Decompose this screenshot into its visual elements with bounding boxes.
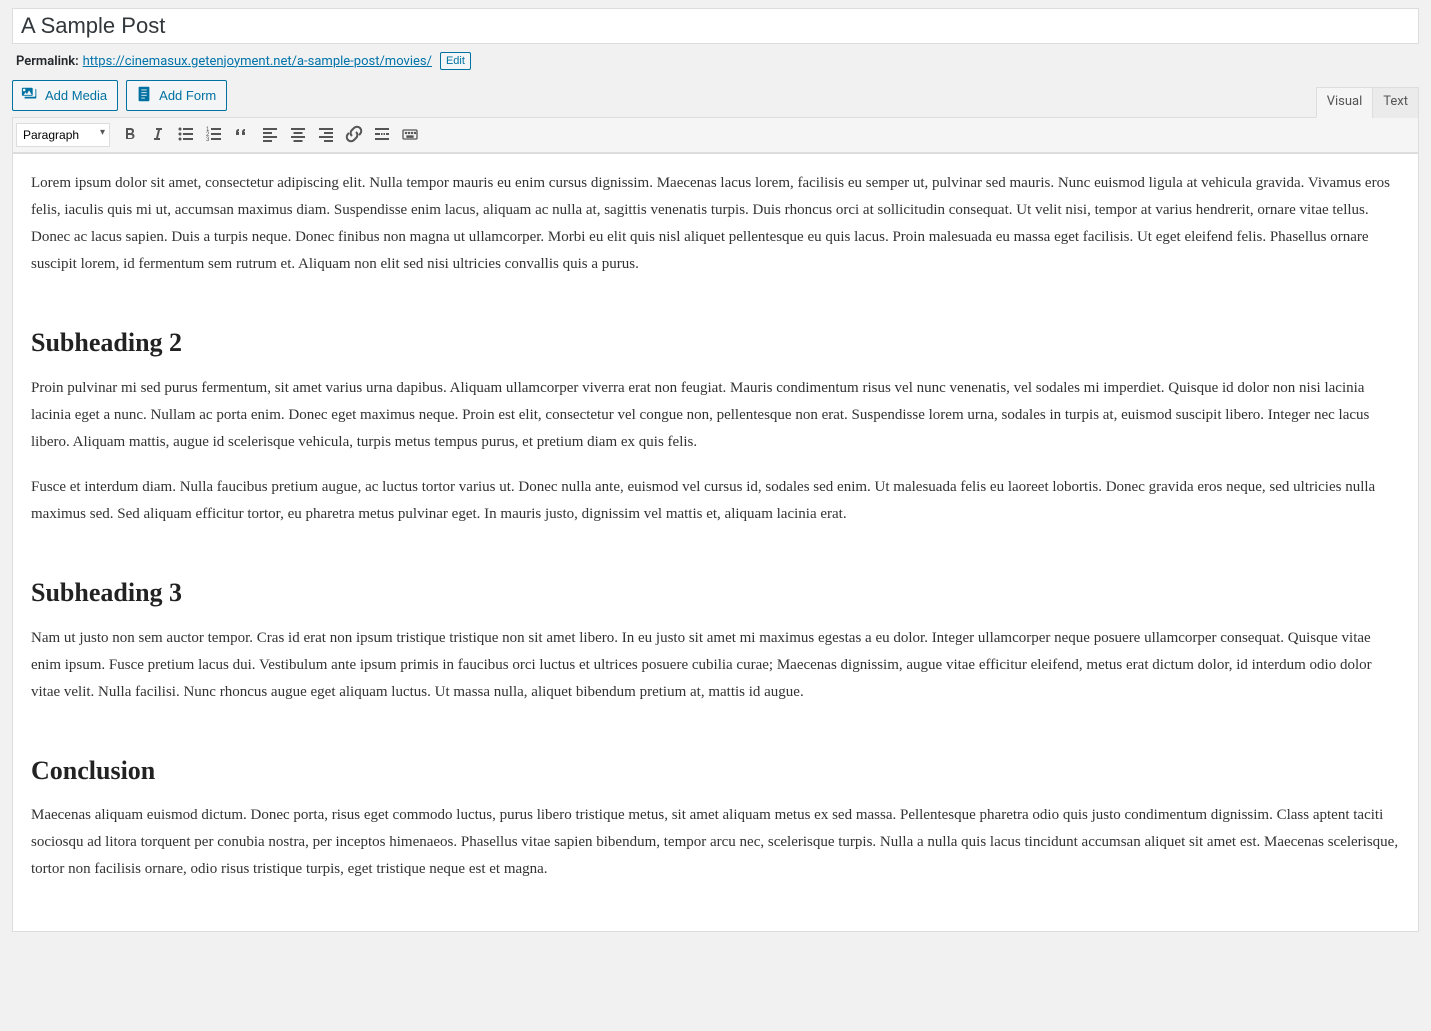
bold-icon	[120, 124, 140, 147]
add-form-label: Add Form	[159, 88, 216, 103]
media-icon	[21, 85, 39, 106]
paragraph: Nam ut justo non sem auctor tempor. Cras…	[31, 625, 1400, 706]
subheading: Conclusion	[31, 748, 1400, 795]
add-media-button[interactable]: Add Media	[12, 80, 118, 111]
numbered-list-icon: 123	[204, 124, 224, 147]
italic-icon	[148, 124, 168, 147]
add-form-button[interactable]: Add Form	[126, 80, 227, 111]
permalink-label: Permalink:	[16, 54, 79, 69]
blockquote-icon	[232, 124, 252, 147]
edit-permalink-button[interactable]: Edit	[440, 52, 471, 70]
align-center-icon	[288, 124, 308, 147]
keyboard-icon	[400, 124, 420, 147]
align-right-button[interactable]	[312, 121, 340, 149]
numbered-list-button[interactable]: 123	[200, 121, 228, 149]
permalink-url[interactable]: https://cinemasux.getenjoyment.net/a-sam…	[83, 54, 432, 69]
paragraph: Proin pulvinar mi sed purus fermentum, s…	[31, 375, 1400, 456]
link-button[interactable]	[340, 121, 368, 149]
svg-text:3: 3	[206, 137, 210, 143]
paragraph: Maecenas aliquam euismod dictum. Donec p…	[31, 802, 1400, 883]
align-left-button[interactable]	[256, 121, 284, 149]
subheading: Subheading 3	[31, 570, 1400, 617]
paragraph: Lorem ipsum dolor sit amet, consectetur …	[31, 170, 1400, 278]
editor-toolbar: Paragraph 123	[13, 118, 1418, 153]
link-icon	[344, 124, 364, 147]
editor-content[interactable]: Lorem ipsum dolor sit amet, consectetur …	[12, 154, 1419, 932]
align-left-icon	[260, 124, 280, 147]
form-icon	[135, 85, 153, 106]
read-more-icon	[372, 124, 392, 147]
text-tab[interactable]: Text	[1372, 87, 1419, 118]
italic-button[interactable]	[144, 121, 172, 149]
post-title-input[interactable]	[12, 8, 1419, 44]
visual-tab[interactable]: Visual	[1316, 87, 1374, 118]
subheading: Subheading 2	[31, 320, 1400, 367]
toolbar-toggle-button[interactable]	[396, 121, 424, 149]
add-media-label: Add Media	[45, 88, 107, 103]
blockquote-button[interactable]	[228, 121, 256, 149]
align-center-button[interactable]	[284, 121, 312, 149]
bold-button[interactable]	[116, 121, 144, 149]
permalink-row: Permalink: https://cinemasux.getenjoymen…	[12, 44, 1419, 80]
paragraph: Fusce et interdum diam. Nulla faucibus p…	[31, 474, 1400, 528]
read-more-button[interactable]	[368, 121, 396, 149]
bullet-list-button[interactable]	[172, 121, 200, 149]
format-select[interactable]: Paragraph	[16, 123, 110, 147]
align-right-icon	[316, 124, 336, 147]
bullet-list-icon	[176, 124, 196, 147]
